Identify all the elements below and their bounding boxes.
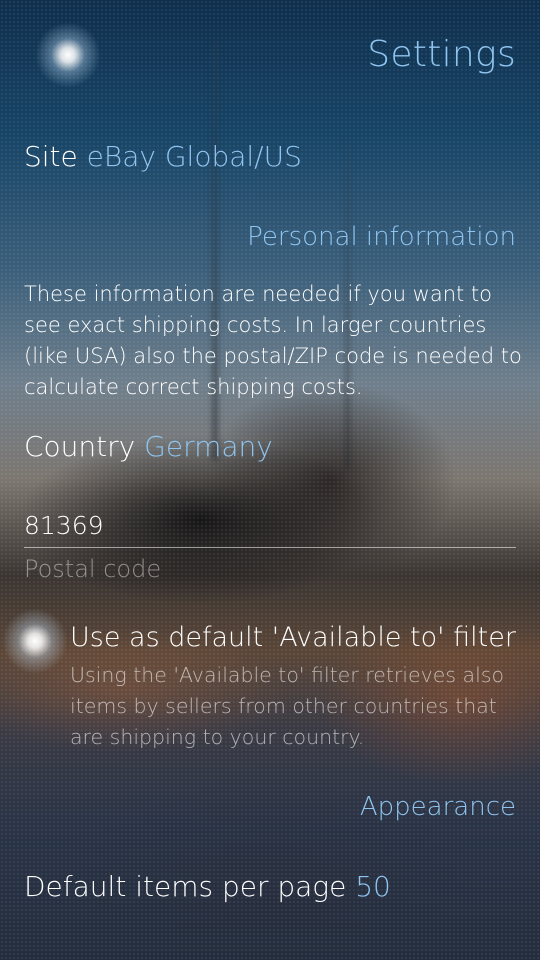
pulley-menu-indicator-icon[interactable] (33, 20, 103, 90)
switch-on-indicator-icon[interactable] (0, 606, 70, 676)
switch-description: Using the 'Available to' filter retrieve… (70, 663, 505, 749)
site-value: eBay Global/US (86, 140, 302, 173)
site-selector[interactable]: Site eBay Global/US (24, 140, 302, 173)
settings-page: Settings Site eBay Global/US Personal in… (0, 0, 540, 960)
section-header-personal-information: Personal information (247, 222, 516, 252)
site-label: Site (24, 140, 78, 173)
country-value: Germany (144, 430, 273, 463)
items-per-page-selector[interactable]: Default items per page 50 (24, 870, 391, 903)
country-selector[interactable]: Country Germany (24, 430, 273, 463)
personal-information-description: These information are needed if you want… (24, 282, 522, 399)
country-label: Country (24, 430, 136, 463)
available-to-filter-switch[interactable]: Use as default 'Available to' filter Usi… (0, 606, 520, 758)
postal-code-field[interactable] (24, 503, 516, 548)
items-per-page-value: 50 (355, 870, 391, 903)
postal-code-label: Postal code (24, 555, 162, 583)
items-per-page-label: Default items per page (24, 870, 347, 903)
section-header-appearance: Appearance (359, 792, 516, 822)
switch-title: Use as default 'Available to' filter (70, 622, 516, 653)
page-title: Settings (367, 34, 516, 75)
